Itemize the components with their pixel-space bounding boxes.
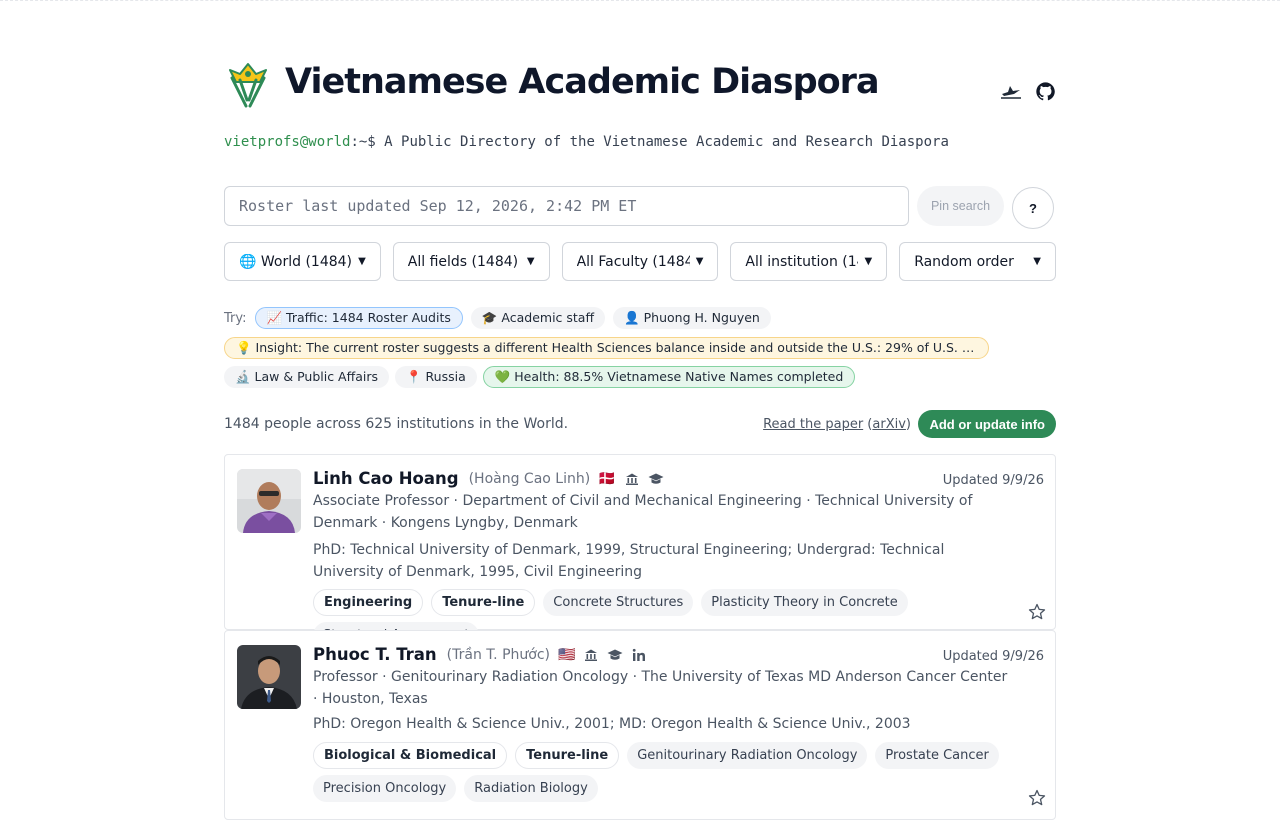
suggestion-chip-academic-staff[interactable]: 🎓 Academic staff (470, 307, 606, 329)
country-flag: 🇺🇸 (558, 646, 576, 663)
suggestion-chip-person[interactable]: 👤 Phuong H. Nguyen (613, 307, 771, 329)
person-role: Professor · Genitourinary Radiation Onco… (313, 669, 1008, 707)
suggestion-chip-law[interactable]: 🔬 Law & Public Affairs (224, 366, 389, 388)
github-icon[interactable] (1034, 80, 1056, 102)
read-paper-link[interactable]: Read the paper (763, 417, 863, 432)
person-card[interactable]: Linh Cao Hoang (Hoàng Cao Linh) 🇩🇰 Updat… (224, 454, 1056, 649)
person-native-name: (Hoàng Cao Linh) (468, 470, 591, 487)
logo-icon (229, 63, 267, 108)
tag-topic[interactable]: Plasticity Theory in Concrete (701, 589, 908, 616)
institution-icon[interactable] (583, 647, 599, 663)
chevron-down-icon: ▼ (358, 256, 366, 267)
tag-topic[interactable]: Radiation Biology (464, 775, 598, 802)
results-summary: 1484 people across 625 institutions in t… (224, 410, 1056, 438)
star-icon[interactable] (1028, 603, 1046, 621)
suggestion-row-1: Try: 📈 Traffic: 1484 Roster Audits 🎓 Aca… (224, 307, 1056, 329)
chevron-down-icon: ▼ (1033, 256, 1041, 267)
tagline-text: :~$ A Public Directory of the Vietnamese… (350, 134, 949, 150)
suggestion-chip-health[interactable]: 💚 Health: 88.5% Vietnamese Native Names … (482, 366, 856, 388)
star-icon[interactable] (1028, 789, 1046, 807)
chevron-down-icon: ▼ (695, 256, 704, 267)
graduation-cap-icon[interactable] (648, 471, 664, 487)
person-name-line: Linh Cao Hoang (Hoàng Cao Linh) 🇩🇰 (313, 469, 664, 488)
updated-date: Updated 9/9/26 (942, 473, 1044, 488)
updated-date: Updated 9/9/26 (942, 649, 1044, 664)
person-name[interactable]: Linh Cao Hoang (313, 469, 459, 488)
arxiv-link[interactable]: arXiv (872, 417, 906, 432)
tag-track[interactable]: Tenure-line (515, 742, 620, 769)
region-select[interactable]: 🌐 World (1484) ▼ (224, 242, 381, 281)
graduation-cap-icon[interactable] (607, 647, 623, 663)
person-education: PhD: Oregon Health & Science Univ., 2001… (313, 716, 911, 732)
site-header: Vietnamese Academic Diaspora (224, 58, 1056, 114)
tag-field[interactable]: Biological & Biomedical (313, 742, 508, 769)
suggestion-chip-traffic[interactable]: 📈 Traffic: 1484 Roster Audits (254, 307, 463, 329)
person-card[interactable]: Phuoc T. Tran (Trần T. Phước) 🇺🇸 Updated… (224, 630, 1056, 820)
tag-field[interactable]: Engineering (313, 589, 424, 616)
tag-topic[interactable]: Concrete Structures (543, 589, 694, 616)
tag-topic[interactable]: Prostate Cancer (875, 742, 999, 769)
try-label: Try: (224, 310, 247, 326)
chevron-down-icon: ▼ (526, 256, 535, 267)
top-divider (0, 0, 1280, 1)
person-role: Associate Professor · Department of Civi… (313, 493, 973, 531)
add-update-info-button[interactable]: Add or update info (918, 410, 1056, 438)
person-tags: Biological & Biomedical Tenure-line Geni… (313, 742, 1033, 802)
tagline-user: vietprofs@world (224, 134, 351, 150)
suggestion-row-3: 🔬 Law & Public Affairs 📍 Russia 💚 Health… (224, 366, 856, 388)
filter-row: 🌐 World (1484) ▼ All fields (1484) ▼ All F… (224, 242, 1056, 282)
suggestion-row-2: 💡 Insight: The current roster suggests a… (224, 337, 989, 359)
insight-chip[interactable]: 💡 Insight: The current roster suggests a… (224, 337, 989, 359)
country-flag: 🇩🇰 (598, 470, 616, 487)
pin-search-button[interactable]: Pin search (917, 186, 1004, 226)
faculty-select[interactable]: All Faculty (1484) ▼ (561, 242, 719, 281)
tagline: vietprofs@world:~$ A Public Directory of… (224, 134, 949, 150)
chevron-down-icon: ▼ (864, 256, 873, 267)
search-input[interactable] (224, 186, 909, 226)
bird-icon[interactable] (1000, 80, 1022, 102)
avatar (237, 645, 301, 709)
field-select[interactable]: All fields (1484) ▼ (392, 242, 550, 281)
paper-links: Read the paper (arXiv) (763, 417, 911, 432)
institution-select[interactable]: All institution (1484)▼ (730, 242, 888, 281)
person-education: PhD: Technical University of Denmark, 19… (313, 542, 945, 580)
tag-track[interactable]: Tenure-line (431, 589, 536, 616)
header-links (1000, 80, 1056, 102)
person-native-name: (Trần T. Phước) (446, 646, 550, 663)
site-title: Vietnamese Academic Diaspora (285, 62, 880, 102)
institution-icon[interactable] (624, 471, 640, 487)
person-name-line: Phuoc T. Tran (Trần T. Phước) 🇺🇸 (313, 645, 647, 664)
linkedin-icon[interactable] (631, 647, 647, 663)
search-row: Pin search ? (224, 186, 1056, 229)
help-button[interactable]: ? (1012, 187, 1054, 229)
results-count: 1484 people across 625 institutions in t… (224, 416, 569, 432)
tag-topic[interactable]: Precision Oncology (313, 775, 457, 802)
sort-select[interactable]: Random order ▼ (899, 242, 1056, 281)
avatar (237, 469, 301, 533)
person-name[interactable]: Phuoc T. Tran (313, 645, 437, 664)
tag-topic[interactable]: Genitourinary Radiation Oncology (627, 742, 868, 769)
suggestion-chip-russia[interactable]: 📍 Russia (395, 366, 477, 388)
